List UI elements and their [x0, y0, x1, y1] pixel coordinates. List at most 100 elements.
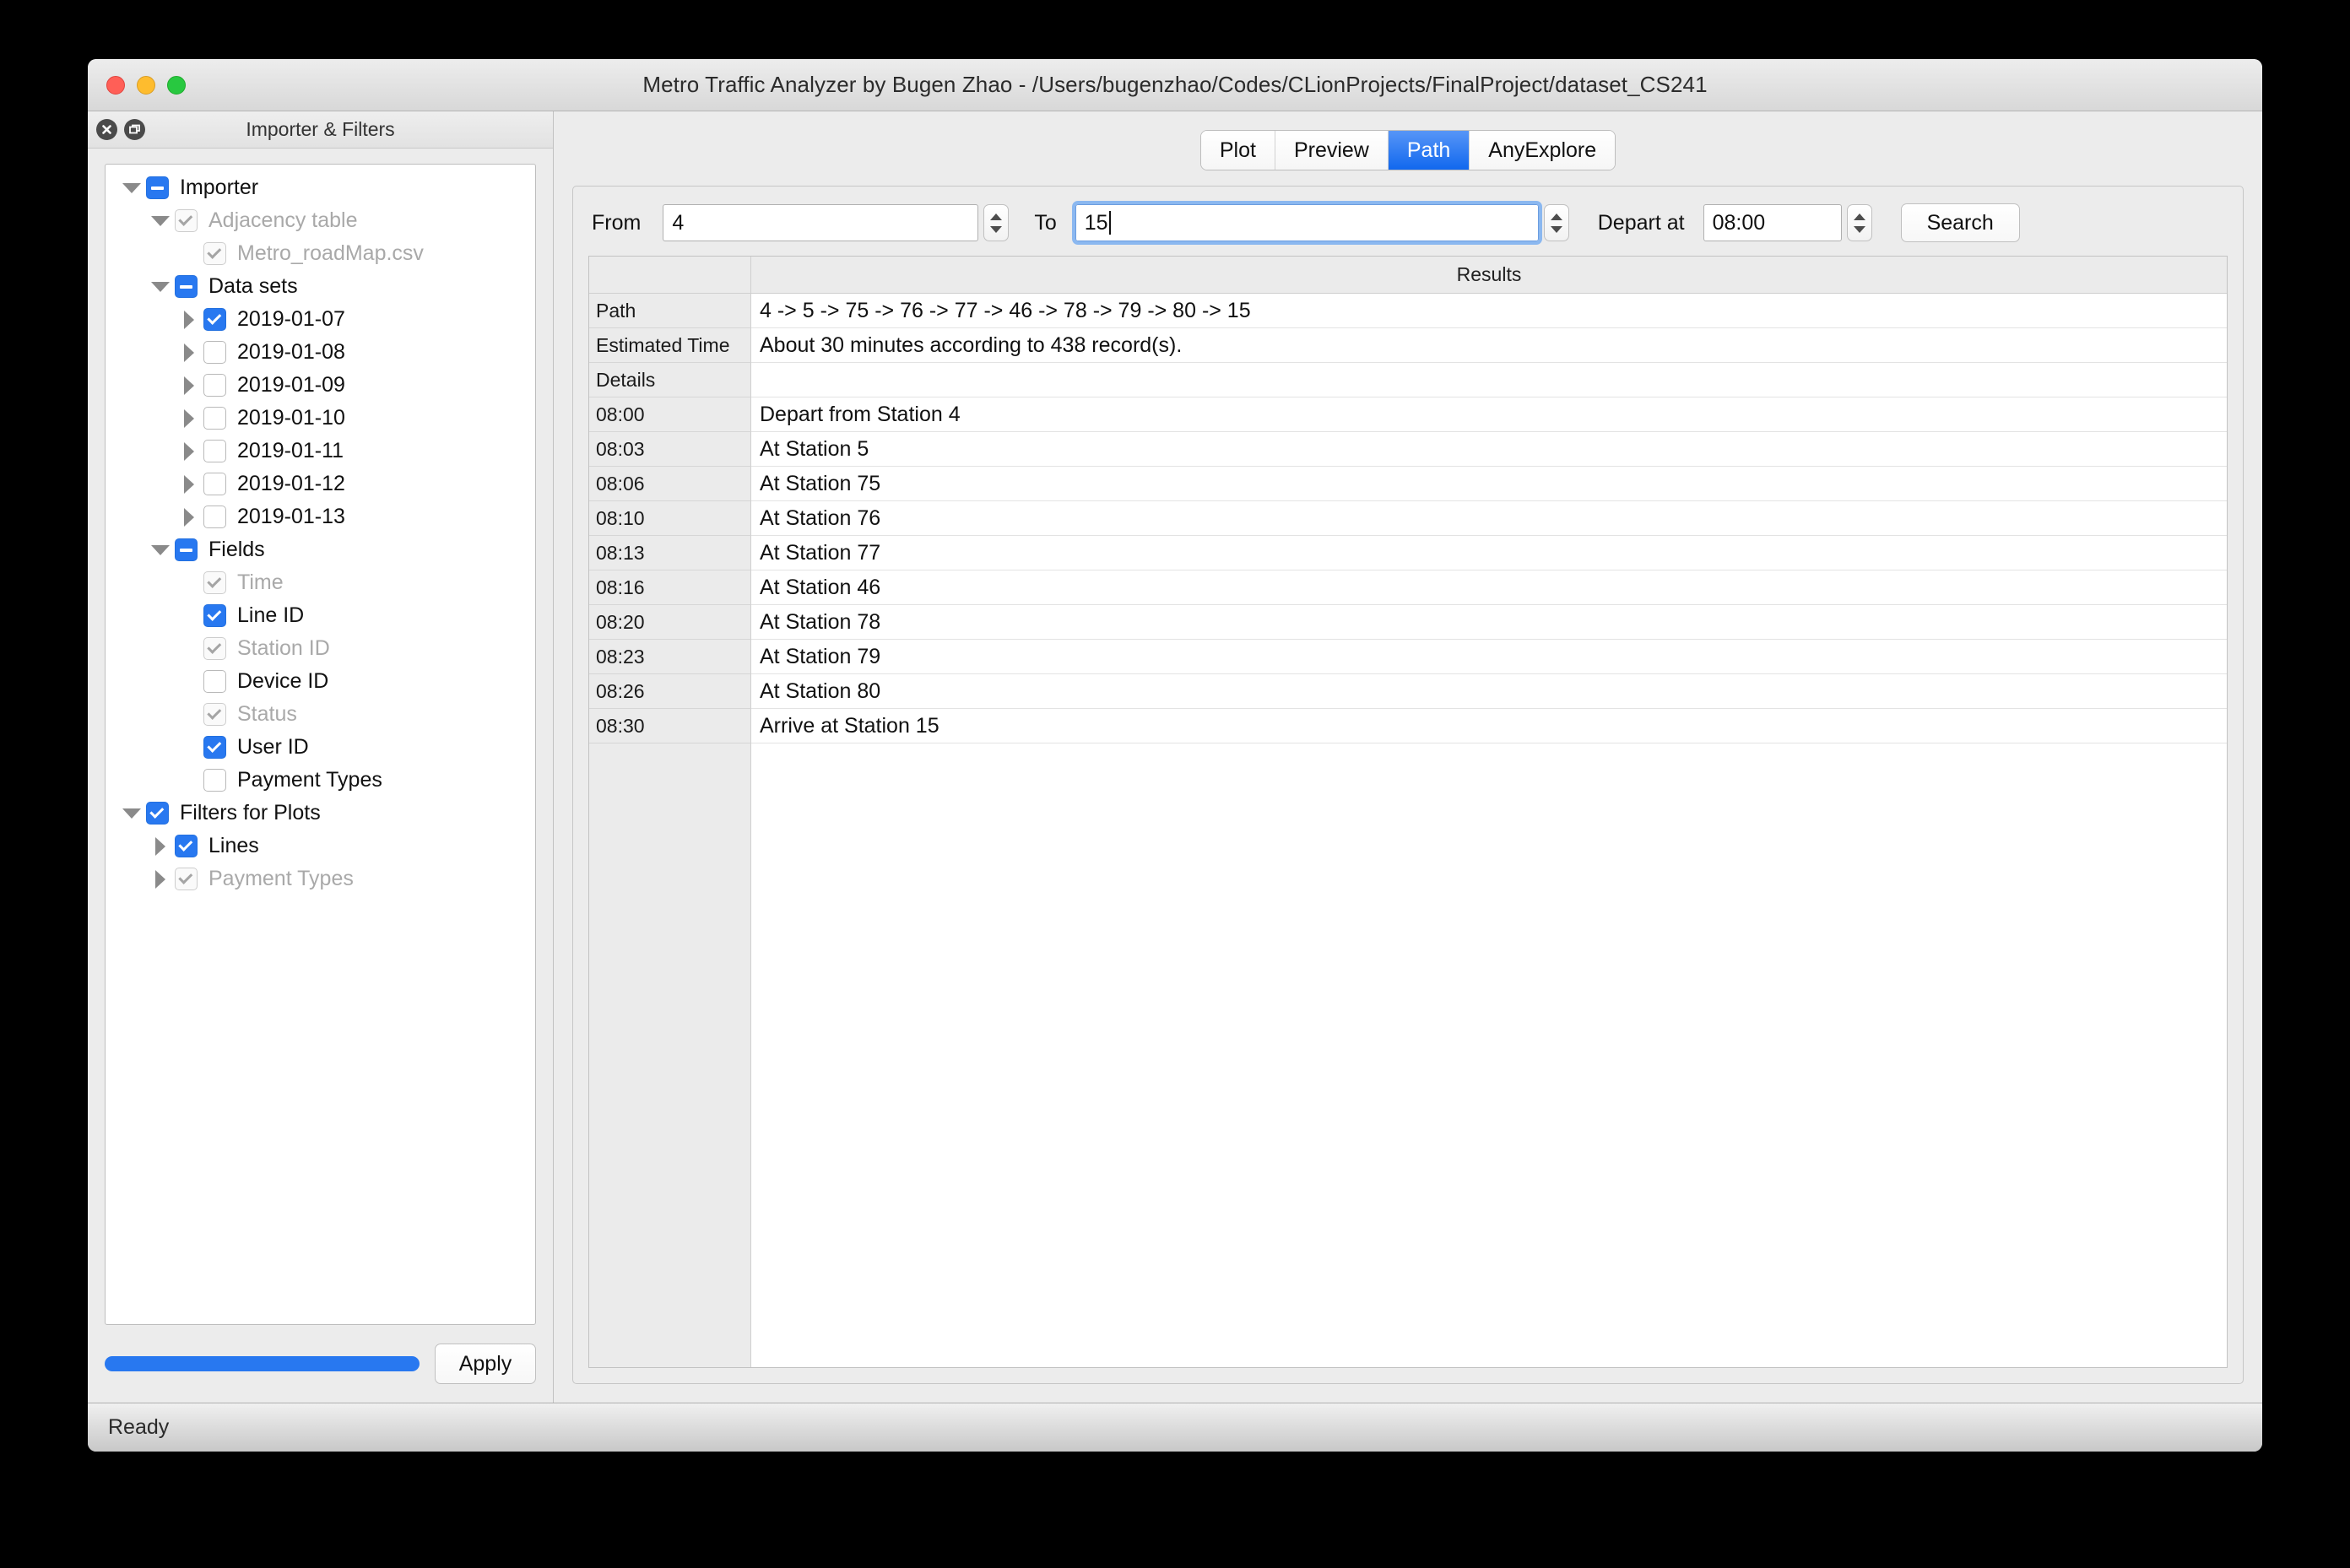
- tab-anyexplore[interactable]: AnyExplore: [1470, 131, 1616, 170]
- importer-tree[interactable]: Importer Adjacency table Metro_roadMap.csv…: [105, 164, 536, 1325]
- chevron-right-icon[interactable]: [175, 376, 203, 395]
- tree-item-label: 2019-01-07: [237, 307, 345, 331]
- tree-item[interactable]: Fields: [106, 533, 535, 566]
- tree-item[interactable]: Adjacency table: [106, 204, 535, 237]
- tree-item[interactable]: Data sets: [106, 270, 535, 303]
- checkbox[interactable]: [203, 407, 226, 430]
- checkbox[interactable]: [203, 736, 226, 759]
- chevron-right-icon[interactable]: [175, 507, 203, 527]
- checkbox[interactable]: [175, 835, 198, 857]
- checkbox[interactable]: [203, 703, 226, 726]
- chevron-right-icon[interactable]: [175, 343, 203, 362]
- table-row[interactable]: 08:23 At Station 79: [589, 640, 2227, 674]
- tree-item[interactable]: 2019-01-07: [106, 303, 535, 336]
- tree-item[interactable]: 2019-01-10: [106, 402, 535, 435]
- table-row[interactable]: 08:03 At Station 5: [589, 432, 2227, 467]
- checkbox[interactable]: [146, 176, 169, 199]
- results-table[interactable]: Results Path 4 -> 5 -> 75 -> 76 -> 77 -> …: [588, 256, 2228, 1368]
- table-row[interactable]: 08:16 At Station 46: [589, 570, 2227, 605]
- chevron-down-icon[interactable]: [146, 281, 175, 292]
- depart-stepper[interactable]: [1846, 204, 1872, 241]
- checkbox[interactable]: [203, 242, 226, 265]
- tree-item[interactable]: Lines: [106, 830, 535, 862]
- table-row[interactable]: Estimated Time About 30 minutes according…: [589, 328, 2227, 363]
- step-time: 08:30: [589, 709, 751, 743]
- tree-item[interactable]: Status: [106, 698, 535, 731]
- checkbox[interactable]: [203, 571, 226, 594]
- to-input[interactable]: 15: [1071, 201, 1542, 245]
- from-label: From: [592, 210, 642, 235]
- tree-item[interactable]: 2019-01-13: [106, 500, 535, 533]
- search-button[interactable]: Search: [1900, 203, 2020, 242]
- checkbox[interactable]: [175, 209, 198, 232]
- tree-item[interactable]: 2019-01-12: [106, 468, 535, 500]
- to-spinbox[interactable]: 15: [1071, 201, 1569, 245]
- tab-plot[interactable]: Plot: [1200, 131, 1275, 170]
- checkbox[interactable]: [203, 308, 226, 331]
- chevron-down-icon[interactable]: [117, 182, 146, 193]
- tree-item[interactable]: Metro_roadMap.csv: [106, 237, 535, 270]
- tree-item[interactable]: Line ID: [106, 599, 535, 632]
- tree-item[interactable]: Filters for Plots: [106, 797, 535, 830]
- from-spinbox[interactable]: 4: [663, 204, 1010, 241]
- table-row[interactable]: 08:20 At Station 78: [589, 605, 2227, 640]
- table-row[interactable]: 08:26 At Station 80: [589, 674, 2227, 709]
- chevron-down-icon[interactable]: [146, 544, 175, 555]
- checkbox[interactable]: [203, 604, 226, 627]
- close-window-button[interactable]: [106, 75, 125, 95]
- checkbox[interactable]: [175, 868, 198, 890]
- chevron-right-icon[interactable]: [175, 474, 203, 494]
- checkbox[interactable]: [203, 341, 226, 364]
- checkbox[interactable]: [203, 670, 226, 693]
- chevron-right-icon[interactable]: [146, 836, 175, 856]
- checkbox[interactable]: [175, 275, 198, 298]
- chevron-down-icon[interactable]: [146, 215, 175, 226]
- chevron-right-icon[interactable]: [146, 869, 175, 889]
- checkbox[interactable]: [203, 374, 226, 397]
- tree-item[interactable]: Device ID: [106, 665, 535, 698]
- close-icon[interactable]: [96, 119, 117, 140]
- depart-spinbox[interactable]: 08:00: [1703, 204, 1872, 241]
- tab-preview[interactable]: Preview: [1275, 131, 1389, 170]
- tab-group[interactable]: Plot Preview Path AnyExplore: [1199, 130, 1616, 170]
- depart-input[interactable]: 08:00: [1703, 204, 1842, 241]
- tree-item[interactable]: 2019-01-09: [106, 369, 535, 402]
- tree-item[interactable]: Station ID: [106, 632, 535, 665]
- apply-button[interactable]: Apply: [435, 1344, 536, 1384]
- table-row[interactable]: 08:30 Arrive at Station 15: [589, 709, 2227, 743]
- tree-item[interactable]: 2019-01-11: [106, 435, 535, 468]
- checkbox[interactable]: [146, 802, 169, 825]
- tree-item[interactable]: User ID: [106, 731, 535, 764]
- checkbox[interactable]: [203, 769, 226, 792]
- chevron-down-icon[interactable]: [117, 808, 146, 819]
- tree-item[interactable]: Importer: [106, 171, 535, 204]
- chevron-right-icon[interactable]: [175, 408, 203, 428]
- table-row[interactable]: 08:00 Depart from Station 4: [589, 397, 2227, 432]
- from-input[interactable]: 4: [663, 204, 979, 241]
- maximize-window-button[interactable]: [167, 75, 186, 95]
- chevron-right-icon[interactable]: [175, 310, 203, 329]
- tree-item[interactable]: Payment Types: [106, 862, 535, 895]
- tree-item[interactable]: Time: [106, 566, 535, 599]
- checkbox[interactable]: [203, 473, 226, 495]
- checkbox[interactable]: [203, 506, 226, 528]
- table-row[interactable]: Details: [589, 363, 2227, 397]
- checkbox[interactable]: [203, 637, 226, 660]
- table-row[interactable]: Path 4 -> 5 -> 75 -> 76 -> 77 -> 46 -> 78…: [589, 294, 2227, 328]
- checkbox[interactable]: [203, 440, 226, 462]
- tree-item[interactable]: Payment Types: [106, 764, 535, 797]
- tree-item-label: 2019-01-08: [237, 340, 345, 364]
- checkbox[interactable]: [175, 538, 198, 561]
- tab-path[interactable]: Path: [1388, 131, 1470, 170]
- minimize-window-button[interactable]: [137, 75, 155, 95]
- float-icon[interactable]: [124, 119, 145, 140]
- check-icon: [207, 573, 222, 588]
- table-row[interactable]: 08:10 At Station 76: [589, 501, 2227, 536]
- chevron-right-icon[interactable]: [175, 441, 203, 461]
- table-row[interactable]: 08:06 At Station 75: [589, 467, 2227, 501]
- summary-row-header: Details: [589, 363, 751, 397]
- from-stepper[interactable]: [983, 204, 1010, 241]
- tree-item[interactable]: 2019-01-08: [106, 336, 535, 369]
- table-row[interactable]: 08:13 At Station 77: [589, 536, 2227, 570]
- to-stepper[interactable]: [1543, 204, 1569, 241]
